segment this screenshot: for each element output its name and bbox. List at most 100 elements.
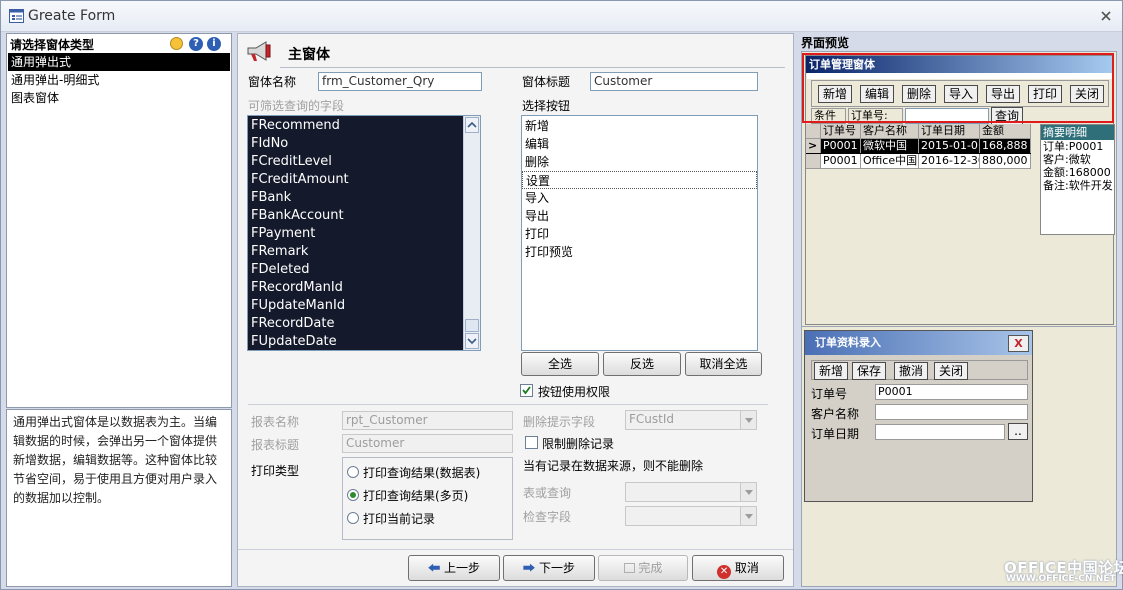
cancel-button[interactable]: ✕ 取消: [692, 555, 784, 581]
field-item[interactable]: FBank: [248, 189, 464, 207]
summary-line: 订单:P0001: [1043, 140, 1104, 153]
field-item[interactable]: FUpdateManId: [248, 297, 464, 315]
info-icon[interactable]: i: [207, 37, 221, 51]
entry-close-toolbar-button[interactable]: 关闭: [934, 362, 968, 380]
chevron-down-icon[interactable]: [740, 507, 756, 525]
report-divider: [248, 404, 768, 405]
buttons-label: 选择按钮: [522, 99, 571, 113]
summary-line: 备注:软件开发: [1043, 179, 1113, 192]
button-option-item[interactable]: 编辑: [522, 135, 757, 153]
entry-order-input[interactable]: P0001: [875, 384, 1028, 400]
form-type-panel: 请选择窗体类型 ? i 通用弹出式 通用弹出-明细式 图表窗体: [6, 33, 232, 408]
entry-customer-input[interactable]: [875, 404, 1028, 420]
print-option-radio[interactable]: [347, 512, 359, 524]
grid-cell[interactable]: P0001: [821, 154, 861, 168]
field-item[interactable]: FCreditAmount: [248, 171, 464, 189]
chevron-down-icon[interactable]: [740, 483, 756, 501]
chevron-down-icon[interactable]: [740, 411, 756, 429]
field-item[interactable]: FRecordDate: [248, 315, 464, 333]
permission-checkbox[interactable]: [520, 384, 533, 397]
button-options-listbox[interactable]: 新增 编辑 删除 设置 导入 导出 打印 打印预览: [521, 115, 758, 351]
next-button[interactable]: 🠲 下一步: [503, 555, 595, 581]
entry-undo-button[interactable]: 撤消: [894, 362, 928, 380]
table-row[interactable]: > P0001 微软中国 2015-01-01 168,888: [806, 139, 1031, 154]
form-type-item[interactable]: 图表窗体: [8, 89, 230, 107]
permission-label: 按钮使用权限: [538, 385, 611, 399]
print-option-label[interactable]: 打印查询结果(数据表): [363, 464, 480, 481]
greate-form-window: Greate Form 请选择窗体类型 ? i 通用弹出式 通用弹出-明细式 图…: [0, 0, 1123, 590]
grid-cell[interactable]: 2016-12-30: [919, 154, 980, 168]
scroll-down-button[interactable]: [465, 333, 479, 349]
form-name-input[interactable]: frm_Customer_Qry: [318, 72, 482, 91]
form-app-icon: [9, 9, 24, 23]
button-option-item[interactable]: 新增: [522, 117, 757, 135]
entry-date-input[interactable]: [875, 424, 1005, 440]
button-option-item[interactable]: 删除: [522, 153, 757, 171]
form-type-item[interactable]: 通用弹出-明细式: [8, 71, 230, 89]
form-type-list: 通用弹出式 通用弹出-明细式 图表窗体: [8, 53, 230, 107]
print-option-radio[interactable]: [347, 489, 359, 501]
form-type-item[interactable]: 通用弹出式: [8, 53, 230, 71]
fields-scrollbar[interactable]: [463, 116, 480, 350]
check-field-combo[interactable]: [625, 506, 757, 526]
entry-date-picker-button[interactable]: ..: [1008, 423, 1028, 440]
field-item[interactable]: FCreditLevel: [248, 153, 464, 171]
fields-listbox[interactable]: FRecommend FIdNo FCreditLevel FCreditAmo…: [247, 115, 481, 351]
grid-cell[interactable]: 880,000: [980, 154, 1031, 168]
grid-header-row: 订单号 客户名称 订单日期 金额: [806, 124, 1031, 139]
fields-label: 可筛选查询的字段: [248, 99, 345, 113]
entry-add-button[interactable]: 新增: [814, 362, 848, 380]
close-icon[interactable]: [1101, 11, 1111, 21]
print-option-label[interactable]: 打印当前记录: [363, 510, 435, 527]
field-item[interactable]: FRecordManId: [248, 279, 464, 297]
report-name-label: 报表名称: [251, 415, 300, 429]
prev-button[interactable]: 🠰 上一步: [408, 555, 500, 581]
button-option-item[interactable]: 打印: [522, 225, 757, 243]
report-title-input[interactable]: Customer: [342, 434, 513, 453]
table-row[interactable]: P0001 Office中国 2016-12-30 880,000: [806, 154, 1031, 169]
preview-grid: 订单号 客户名称 订单日期 金额 > P0001 微软中国 2015-01-01…: [806, 124, 1031, 170]
grid-header: 订单日期: [919, 124, 980, 138]
scroll-thumb[interactable]: [465, 319, 479, 332]
print-option-radio[interactable]: [347, 466, 359, 478]
form-title-input[interactable]: Customer: [590, 72, 758, 91]
entry-close-button[interactable]: X: [1008, 335, 1029, 352]
button-option-item[interactable]: 导入: [522, 189, 757, 207]
arrow-right-icon: 🠲: [523, 561, 536, 575]
field-item[interactable]: FUpdateDate: [248, 333, 464, 350]
finish-button[interactable]: 完成: [598, 555, 688, 581]
table-icon: [623, 563, 635, 573]
field-item[interactable]: FIdNo: [248, 135, 464, 153]
field-item[interactable]: FBankAccount: [248, 207, 464, 225]
button-option-item[interactable]: 打印预览: [522, 243, 757, 261]
table-query-combo[interactable]: [625, 482, 757, 502]
delete-hint-combo[interactable]: FCustId: [625, 410, 757, 430]
grid-cell[interactable]: 微软中国: [861, 139, 919, 153]
print-option-label[interactable]: 打印查询结果(多页): [363, 487, 468, 504]
invert-select-button[interactable]: 反选: [603, 352, 681, 376]
button-option-item[interactable]: 设置: [522, 171, 757, 189]
entry-toolbar: 新增 保存 撤消 关闭: [811, 360, 1028, 380]
field-item[interactable]: FPayment: [248, 225, 464, 243]
limit-delete-checkbox[interactable]: [525, 436, 538, 449]
field-item[interactable]: FRemark: [248, 243, 464, 261]
grid-cell[interactable]: Office中国: [861, 154, 919, 168]
field-item[interactable]: FRecommend: [248, 117, 464, 135]
grid-cell[interactable]: 2015-01-01: [919, 139, 980, 153]
report-name-input[interactable]: rpt_Customer: [342, 411, 513, 430]
select-all-button[interactable]: 全选: [521, 352, 599, 376]
comment-icon[interactable]: [170, 37, 183, 50]
next-button-label: 下一步: [538, 561, 575, 575]
summary-header: 摘要明细: [1041, 125, 1114, 140]
button-option-item[interactable]: 导出: [522, 207, 757, 225]
preview-highlight: [802, 53, 1114, 123]
help-icon[interactable]: ?: [189, 37, 203, 51]
grid-cell[interactable]: 168,888: [980, 139, 1031, 153]
scroll-up-button[interactable]: [465, 117, 479, 133]
deselect-all-button[interactable]: 取消全选: [685, 352, 762, 376]
preview-split: [802, 326, 1116, 327]
grid-cell[interactable]: P0001: [821, 139, 861, 153]
field-item[interactable]: FDeleted: [248, 261, 464, 279]
entry-save-button[interactable]: 保存: [852, 362, 886, 380]
record-selector[interactable]: [806, 154, 821, 168]
